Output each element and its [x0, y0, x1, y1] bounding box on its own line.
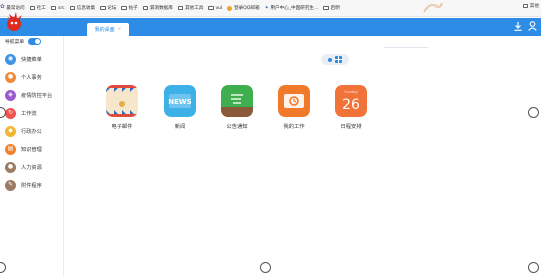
view-switcher[interactable]	[321, 54, 349, 65]
sidebar-item-admin-office[interactable]: ◆ 行政办公	[5, 125, 42, 137]
person-icon: ●	[5, 71, 16, 83]
sidebar-item-label: 人力资源	[21, 164, 42, 171]
app-calendar[interactable]: Sunday 26 日程安排	[326, 85, 376, 130]
header-icons	[514, 21, 537, 31]
bookmark-folder[interactable]: vul	[208, 6, 222, 11]
close-icon[interactable]: ×	[118, 27, 122, 32]
mail-icon	[106, 85, 138, 117]
user-icon[interactable]	[528, 21, 537, 31]
star-icon: ✦	[264, 4, 269, 11]
nav-menu-toggle-row: 导航菜单	[5, 36, 42, 47]
bookmark-qq-mail[interactable]: 登录QQ邮箱	[227, 5, 260, 11]
bookmarks-bar: ✿ 最常访问 社工 src 信息收集 论坛 帖子 漏洞数据库 其他工具 vul 登…	[0, 0, 541, 17]
bookmark-folder[interactable]: src	[50, 5, 65, 11]
book-icon: ▤	[5, 143, 16, 155]
gear-icon: ✿	[0, 4, 5, 11]
handle-circle[interactable]	[528, 262, 539, 273]
work-icon	[278, 85, 310, 117]
attachment-icon: ✎	[5, 179, 16, 191]
sidebar-item-attachments[interactable]: ✎ 附件程序	[5, 179, 42, 191]
folder-icon	[29, 5, 36, 11]
notice-icon	[221, 85, 253, 117]
folder-icon	[177, 5, 184, 11]
bookmark-folder[interactable]: 社工	[29, 5, 46, 11]
app-label: 电子邮件	[111, 124, 133, 130]
sidebar-item-label: 工作流	[21, 110, 37, 117]
sidebar-item-label: 疫情防控平台	[21, 92, 53, 99]
bookmark-user-center[interactable]: ✦ 用户中心_中国研究生...	[265, 5, 319, 11]
office-icon: ◆	[5, 125, 16, 137]
sidebar-item-workflow[interactable]: ↻ 工作流	[5, 107, 37, 119]
sidebar-item-knowledge[interactable]: ▤ 知识管理	[5, 143, 42, 155]
nav-menu-label: 导航菜单	[5, 40, 25, 45]
handle-circle[interactable]	[260, 262, 271, 273]
nav-menu-toggle[interactable]	[28, 38, 42, 45]
logo-icon	[7, 12, 22, 31]
folder-icon	[69, 5, 76, 11]
folder-icon	[142, 5, 149, 11]
bookmark-folder[interactable]: 信息收集	[69, 5, 95, 11]
calendar-icon: Sunday 26	[335, 85, 367, 117]
bookmark-folder[interactable]: 论坛	[100, 5, 116, 11]
tab-my-desktop[interactable]: 我的桌面 ×	[87, 23, 129, 36]
sidebar-item-label: 附件程序	[21, 182, 42, 189]
tab-label: 我的桌面	[94, 27, 115, 33]
folder-icon	[522, 3, 529, 9]
calendar-date: 26	[342, 97, 360, 113]
folder-icon	[323, 5, 329, 11]
app-label: 我的工作	[283, 124, 305, 130]
folder-icon	[50, 5, 57, 11]
qq-icon	[227, 5, 233, 11]
folder-icon	[121, 5, 127, 11]
sidebar-item-epidemic-platform[interactable]: ◈ 疫情防控平台	[5, 89, 52, 101]
compass-icon: ◉	[5, 53, 16, 65]
sidebar: 导航菜单 ◉ 快捷菜单 ● 个人事务 ◈ 疫情防控平台 ↻ 工作流 ◆ 行政办公…	[0, 36, 64, 276]
sidebar-item-personal-affairs[interactable]: ● 个人事务	[5, 71, 42, 83]
decoration-icon	[423, 2, 443, 13]
flow-icon: ↻	[5, 107, 16, 119]
news-icon-text: NEWS	[168, 98, 191, 106]
folder-icon	[208, 5, 214, 11]
sidebar-item-label: 个人事务	[21, 74, 42, 81]
sidebar-item-label: 行政办公	[21, 128, 42, 135]
bookmark-folder[interactable]: 漏洞数据库	[142, 5, 173, 11]
handle-circle[interactable]	[528, 107, 539, 118]
sidebar-item-hr[interactable]: ● 人力资源	[5, 161, 42, 173]
sidebar-item-label: 知识管理	[21, 146, 42, 153]
sidebar-item-label: 快捷菜单	[21, 56, 42, 63]
sidebar-item-shortcut-menu[interactable]: ◉ 快捷菜单	[5, 53, 42, 65]
people-icon: ●	[5, 161, 16, 173]
news-icon: NEWS	[164, 85, 196, 117]
folder-icon	[100, 5, 106, 11]
app-label: 公告通知	[226, 124, 248, 130]
bookmark-other[interactable]: 其他	[522, 3, 539, 9]
divider	[384, 47, 428, 48]
header-bar: 我的桌面 ×	[0, 18, 541, 36]
bookmark-folder[interactable]: 启明	[323, 5, 340, 11]
page: ✿ 最常访问 社工 src 信息收集 论坛 帖子 漏洞数据库 其他工具 vul 登…	[0, 0, 541, 276]
app-notices[interactable]: 公告通知	[212, 85, 262, 130]
shield-icon: ◈	[5, 89, 16, 101]
calendar-day-name: Sunday	[344, 90, 358, 94]
app-my-work[interactable]: 我的工作	[269, 85, 319, 130]
grid-view-icon[interactable]	[335, 56, 342, 63]
bookmark-folder[interactable]: 帖子	[121, 5, 138, 11]
app-label: 新闻	[174, 124, 186, 130]
bookmark-folder[interactable]: 其他工具	[177, 5, 203, 11]
app-label: 日程安排	[340, 124, 362, 130]
main-desktop	[65, 36, 541, 276]
app-news[interactable]: NEWS 新闻	[155, 85, 205, 130]
dot-view-icon[interactable]	[328, 57, 332, 62]
download-icon[interactable]	[514, 21, 522, 31]
app-email[interactable]: 电子邮件	[97, 85, 147, 130]
